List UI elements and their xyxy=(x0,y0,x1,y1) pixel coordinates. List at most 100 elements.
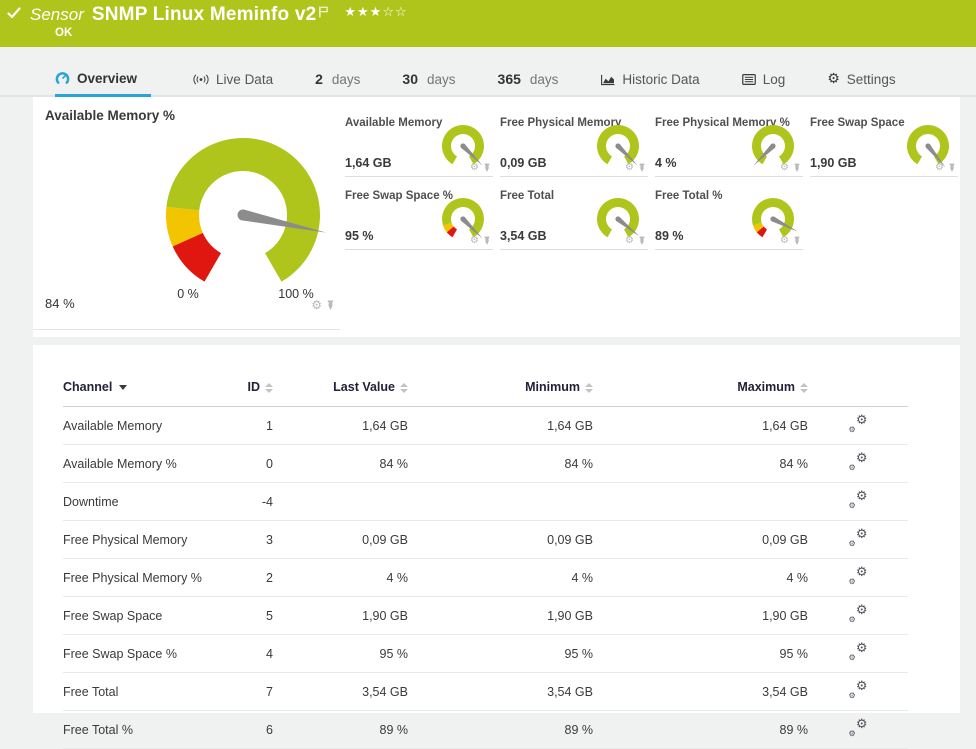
channel-settings-icon[interactable]: ⚙ ⚙ xyxy=(849,451,868,472)
gear-icon[interactable]: ⚙ xyxy=(311,298,322,312)
channel-name: Available Memory % xyxy=(63,444,243,483)
page-title: SNMP Linux Meminfo v2 xyxy=(91,4,317,25)
channel-name: Downtime xyxy=(63,482,243,521)
channel-last-value xyxy=(273,482,408,521)
tab-historic-data[interactable]: Historic Data xyxy=(600,72,700,95)
stars-empty: ☆☆ xyxy=(382,5,408,20)
channel-settings-icon[interactable]: ⚙ ⚙ xyxy=(849,489,868,510)
priority-flag-icon[interactable] xyxy=(319,6,329,18)
table-row[interactable]: Free Total % 6 89 % 89 % 89 % ⚙ ⚙ xyxy=(63,710,908,749)
pin-icon[interactable] xyxy=(483,236,491,246)
pin-icon[interactable] xyxy=(793,163,801,173)
gear-icon[interactable]: ⚙ xyxy=(470,162,479,173)
gauge-min-label: 0 % xyxy=(177,287,199,301)
channel-settings-icon[interactable]: ⚙ ⚙ xyxy=(849,565,868,586)
pin-icon[interactable] xyxy=(326,300,335,311)
mini-gauge-cell: Free Physical Memory % 4 % ⚙ xyxy=(655,111,803,177)
pin-icon[interactable] xyxy=(793,236,801,246)
channel-id: 6 xyxy=(243,710,273,749)
pin-icon[interactable] xyxy=(948,163,956,173)
sensor-header: Sensor SNMP Linux Meminfo v2 ★★★☆☆ OK xyxy=(0,0,976,47)
tab-day-word: days xyxy=(331,71,361,87)
tab-label: Historic Data xyxy=(622,72,700,87)
gauges-panel: Available Memory % 0 % 100 % 84 % ⚙ Avai… xyxy=(33,97,960,337)
mini-gauge-value: 89 % xyxy=(655,229,684,243)
table-row[interactable]: Available Memory % 0 84 % 84 % 84 % ⚙ ⚙ xyxy=(63,444,908,483)
tab-30-days[interactable]: 30 days xyxy=(402,71,455,95)
channel-name: Free Swap Space % xyxy=(63,634,243,673)
channel-minimum: 89 % xyxy=(408,710,593,749)
channel-name: Free Physical Memory % xyxy=(63,558,243,597)
tab-settings[interactable]: ⚙ Settings xyxy=(827,71,895,95)
gear-icon[interactable]: ⚙ xyxy=(470,235,479,246)
channel-settings-icon[interactable]: ⚙ ⚙ xyxy=(849,413,868,434)
gauge-actions: ⚙ xyxy=(935,162,956,173)
gauge-actions: ⚙ xyxy=(625,162,646,173)
sort-icon xyxy=(800,382,808,393)
table-row[interactable]: Free Swap Space 5 1,90 GB 1,90 GB 1,90 GB ⚙ ⚙ xyxy=(63,596,908,635)
table-row[interactable]: Downtime -4 ⚙ ⚙ xyxy=(63,482,908,521)
column-header-id[interactable]: ID xyxy=(243,380,273,407)
table-row[interactable]: Available Memory 1 1,64 GB 1,64 GB 1,64 GB ⚙ ⚙ xyxy=(63,406,908,445)
column-header-actions xyxy=(808,380,908,407)
object-kind-label: Sensor xyxy=(30,5,84,24)
channel-maximum: 89 % xyxy=(593,710,808,749)
status-check-icon xyxy=(7,6,21,24)
gauge-actions: ⚙ xyxy=(625,235,646,246)
pin-icon[interactable] xyxy=(638,236,646,246)
table-row[interactable]: Free Swap Space % 4 95 % 95 % 95 % ⚙ ⚙ xyxy=(63,634,908,673)
column-header-minimum[interactable]: Minimum xyxy=(408,380,593,407)
channel-maximum: 0,09 GB xyxy=(593,520,808,559)
mini-gauge-cell: Free Total % 89 % ⚙ xyxy=(655,184,803,250)
channel-name: Free Swap Space xyxy=(63,596,243,635)
channel-maximum xyxy=(593,482,808,521)
channel-id: 1 xyxy=(243,406,273,445)
column-header-maximum[interactable]: Maximum xyxy=(593,380,808,407)
column-header-channel[interactable]: Channel xyxy=(63,380,243,407)
pin-icon[interactable] xyxy=(483,163,491,173)
gauge-actions: ⚙ xyxy=(470,235,491,246)
settings-gear-icon: ⚙ xyxy=(827,71,840,87)
channel-name: Free Physical Memory xyxy=(63,520,243,559)
tab-log[interactable]: Log xyxy=(741,72,785,95)
channel-id: 7 xyxy=(243,672,273,711)
channel-last-value: 95 % xyxy=(273,634,408,673)
pin-icon[interactable] xyxy=(638,163,646,173)
tab-overview[interactable]: Overview xyxy=(55,71,152,97)
channel-table: Channel ID Last Value Minimum Maximum Av… xyxy=(63,380,908,749)
channel-last-value: 89 % xyxy=(273,710,408,749)
tab-365-days[interactable]: 365 days xyxy=(498,71,559,95)
gear-icon[interactable]: ⚙ xyxy=(625,162,634,173)
live-data-icon xyxy=(193,74,209,85)
table-row[interactable]: Free Physical Memory 3 0,09 GB 0,09 GB 0,09 … xyxy=(63,520,908,559)
gear-icon[interactable]: ⚙ xyxy=(780,162,789,173)
column-header-last-value[interactable]: Last Value xyxy=(273,380,408,407)
channel-maximum: 84 % xyxy=(593,444,808,483)
sort-icon xyxy=(265,382,273,393)
channel-settings-icon[interactable]: ⚙ ⚙ xyxy=(849,527,868,548)
tab-live-data[interactable]: Live Data xyxy=(193,72,273,95)
channel-settings-icon[interactable]: ⚙ ⚙ xyxy=(849,641,868,662)
channel-settings-icon[interactable]: ⚙ ⚙ xyxy=(849,679,868,700)
column-label: Minimum xyxy=(525,380,580,394)
channel-maximum: 3,54 GB xyxy=(593,672,808,711)
mini-gauge-cell: Free Physical Memory 0,09 GB ⚙ xyxy=(500,111,648,177)
tab-label: Settings xyxy=(846,71,896,87)
gear-icon[interactable]: ⚙ xyxy=(780,235,789,246)
mini-gauge-value: 1,64 GB xyxy=(345,156,392,170)
column-label: Maximum xyxy=(737,380,795,394)
sort-icon xyxy=(400,382,408,393)
tab-2-days[interactable]: 2 days xyxy=(315,71,360,95)
gear-icon[interactable]: ⚙ xyxy=(625,235,634,246)
historic-chart-icon xyxy=(601,74,615,85)
table-row[interactable]: Free Total 7 3,54 GB 3,54 GB 3,54 GB ⚙ ⚙ xyxy=(63,672,908,711)
table-row[interactable]: Free Physical Memory % 2 4 % 4 % 4 % ⚙ ⚙ xyxy=(63,558,908,597)
mini-gauge-value: 1,90 GB xyxy=(810,156,857,170)
channel-name: Available Memory xyxy=(63,406,243,445)
gear-icon[interactable]: ⚙ xyxy=(935,162,944,173)
prtg-sensor-page: Sensor SNMP Linux Meminfo v2 ★★★☆☆ OK Ov… xyxy=(0,0,976,749)
column-label: Last Value xyxy=(333,380,395,394)
channel-settings-icon[interactable]: ⚙ ⚙ xyxy=(849,717,868,738)
channel-settings-icon[interactable]: ⚙ ⚙ xyxy=(849,603,868,624)
priority-stars[interactable]: ★★★☆☆ xyxy=(344,5,407,20)
